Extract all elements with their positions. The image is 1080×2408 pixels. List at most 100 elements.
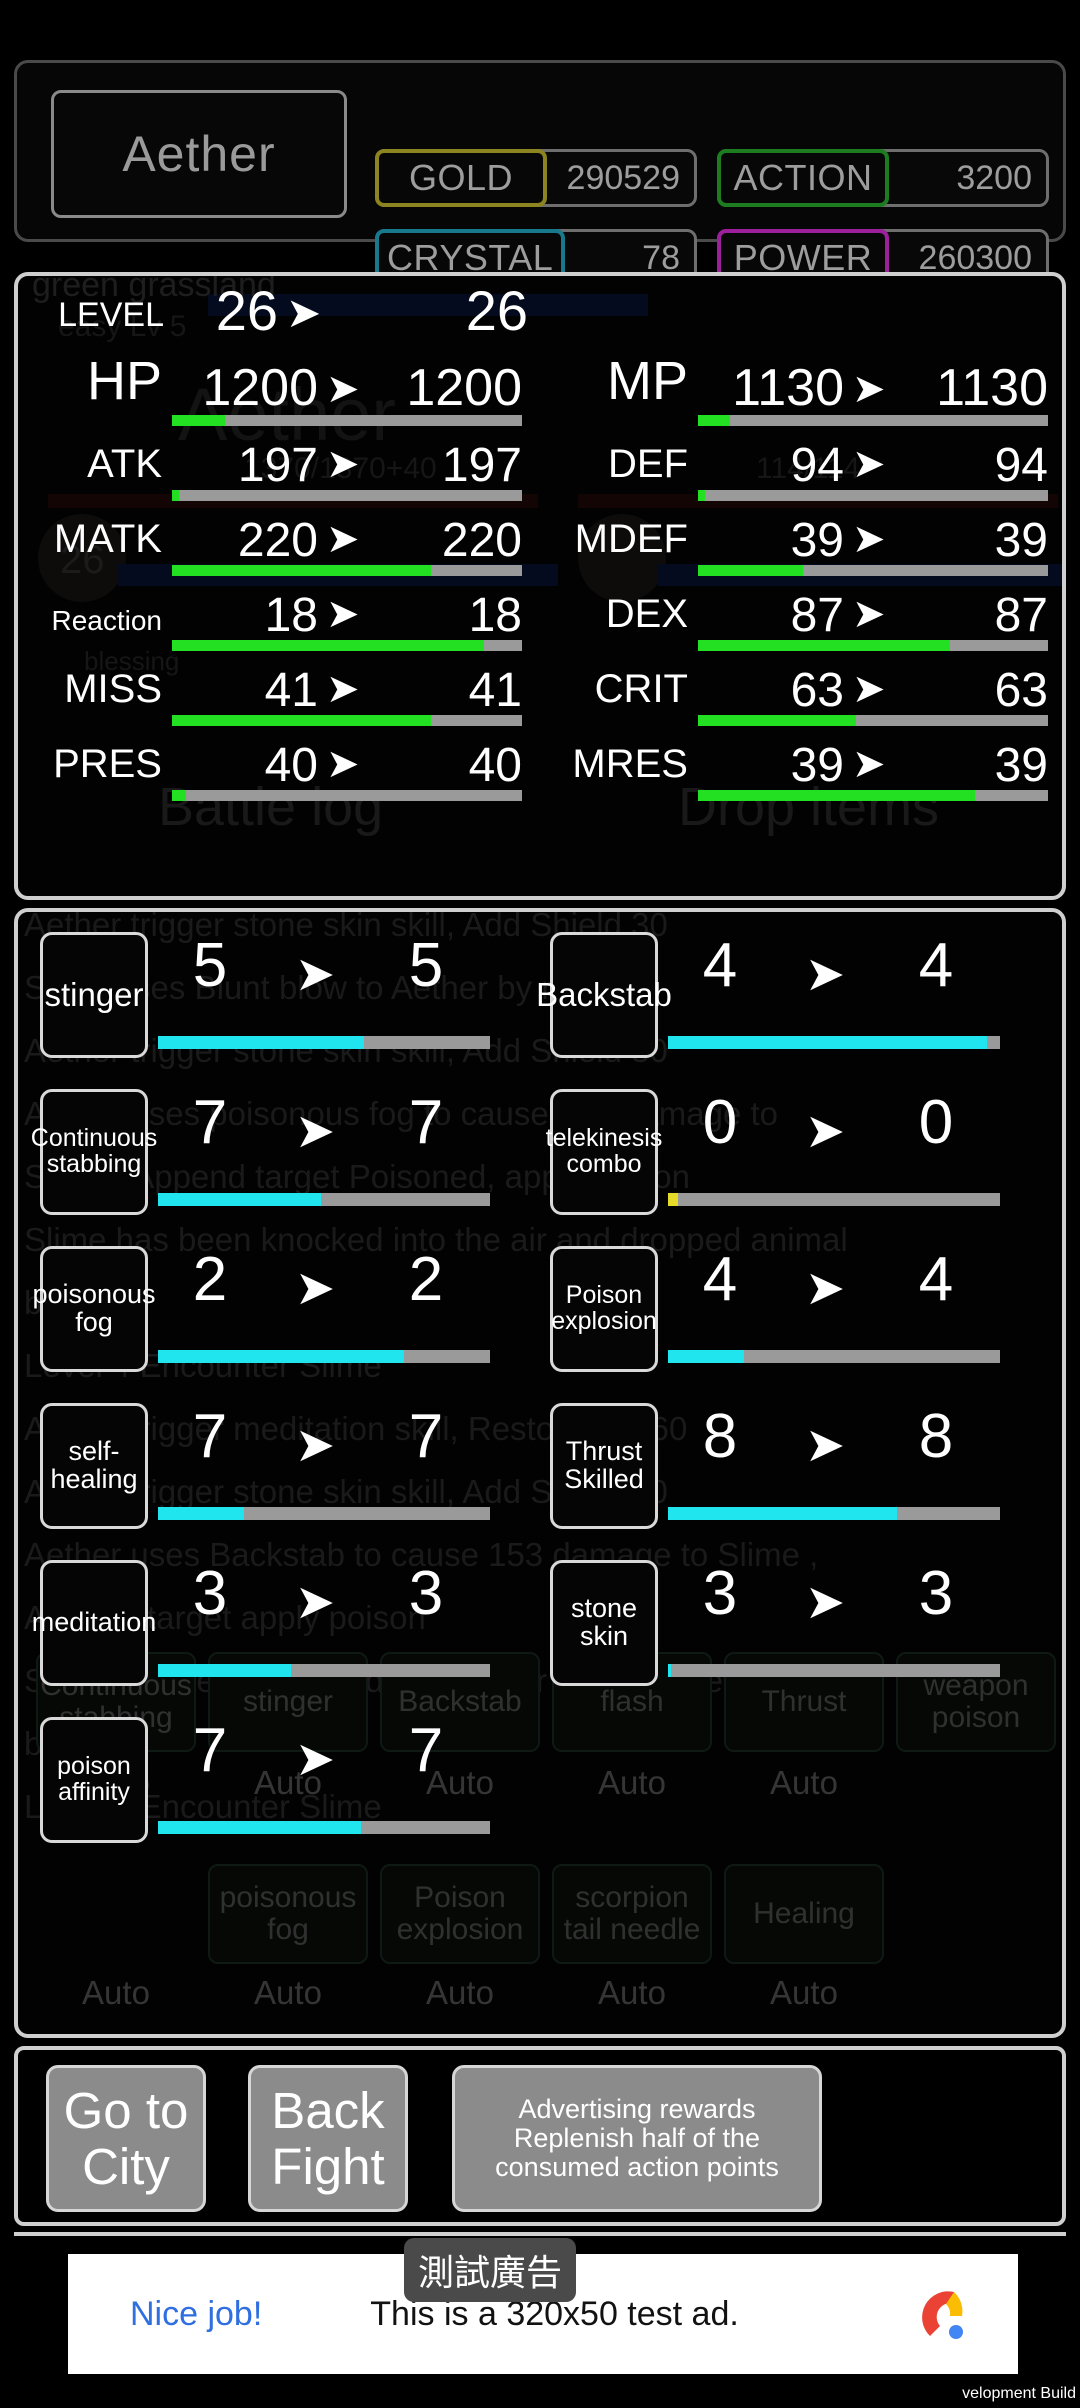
stat-row: CRIT 63 ➤ 63: [558, 651, 1062, 726]
stat-value-from: 1130: [732, 359, 844, 417]
skill-button[interactable]: poison affinity: [40, 1717, 148, 1843]
skill-row: poisonous fog 2 ➤ 2 Poison explosion 4 ➤ 4: [32, 1234, 1046, 1391]
stat-label: MDEF: [574, 517, 688, 561]
admob-logo-icon: [922, 2291, 963, 2339]
skill-cell: stinger 5 ➤ 5: [36, 920, 536, 1077]
stat-label: MATK: [53, 517, 162, 561]
stat-row: MRES 39 ➤ 39: [558, 726, 1062, 801]
stat-row: ATK 197 ➤ 197: [44, 426, 548, 501]
stat-value-to: 39: [994, 514, 1048, 567]
skill-value-from: 0: [702, 1088, 738, 1157]
stat-bar: [698, 640, 1048, 651]
development-build-watermark: velopment Build: [962, 2385, 1076, 2402]
resource-action[interactable]: ACTION 3200: [717, 149, 1049, 207]
stat-bar: [698, 790, 1048, 801]
skill-button[interactable]: poisonous fog: [32, 1246, 156, 1372]
skill-bar: [158, 1193, 490, 1206]
skill-button[interactable]: self-healing: [40, 1403, 148, 1529]
ad-banner[interactable]: Nice job! This is a 320x50 test ad. 測試廣告: [0, 2230, 1080, 2408]
ad-divider: [14, 2232, 1066, 2236]
stat-bar: [698, 490, 1048, 501]
skill-value-from: 3: [702, 1559, 738, 1628]
skill-button[interactable]: stone skin: [550, 1560, 658, 1686]
stat-row: MDEF 39 ➤ 39: [558, 501, 1062, 576]
bg-ghost-auto-label: Auto: [598, 1974, 666, 2011]
skill-value-to: 4: [918, 1245, 954, 1314]
stat-bar: [172, 790, 522, 801]
skill-value-from: 7: [192, 1088, 228, 1157]
stat-bar: [172, 565, 522, 576]
skill-value-to: 7: [408, 1088, 444, 1157]
skill-cell: Continuous stabbing 7 ➤ 7: [31, 1077, 536, 1234]
skill-button[interactable]: Thrust Skilled: [550, 1403, 658, 1529]
stat-row: DEF 94 ➤ 94: [558, 426, 1062, 501]
skill-row: poison affinity 7 ➤ 7: [36, 1705, 1046, 1862]
stat-arrow-icon: ➤: [326, 742, 360, 786]
skill-value-from: 7: [192, 1402, 228, 1471]
player-name-box[interactable]: Aether: [51, 90, 347, 218]
skill-arrow-icon: ➤: [804, 1262, 846, 1315]
skill-cell: poisonous fog 2 ➤ 2: [32, 1234, 536, 1391]
skill-arrow-icon: ➤: [294, 1733, 336, 1786]
skill-value-to: 0: [918, 1088, 954, 1157]
skill-cell: Thrust Skilled 8 ➤ 8: [546, 1391, 1046, 1548]
bg-ghost-skill-button: poisonous fog: [208, 1864, 368, 1964]
stat-row: MP 1130 ➤ 1130: [558, 351, 1062, 426]
skill-button[interactable]: stinger: [40, 932, 148, 1058]
advertising-rewards-button[interactable]: Advertising rewards Replenish half of th…: [452, 2065, 822, 2212]
stat-value-to: 39: [994, 739, 1048, 792]
stat-arrow-icon: ➤: [852, 592, 886, 636]
skill-cell: Poison explosion 4 ➤ 4: [546, 1234, 1046, 1391]
stat-row: MISS 41 ➤ 41: [44, 651, 548, 726]
skill-bar: [158, 1664, 490, 1677]
skill-value-from: 2: [192, 1245, 228, 1314]
stat-bar: [698, 565, 1048, 576]
go-to-city-button[interactable]: Go to City: [46, 2065, 206, 2212]
skill-value-to: 4: [918, 931, 954, 1000]
footer-panel: Elem ary pot Go to City Back Fight Adver…: [14, 2046, 1066, 2226]
skill-bar: [668, 1036, 1000, 1049]
skill-bar: [668, 1664, 1000, 1677]
stat-arrow-icon: ➤: [852, 742, 886, 786]
stat-row: MATK 220 ➤ 220: [44, 501, 548, 576]
skill-value-from: 4: [702, 1245, 738, 1314]
stat-value-from: 1200: [202, 359, 318, 417]
skill-bar: [668, 1193, 1000, 1206]
skill-arrow-icon: ➤: [294, 1419, 336, 1472]
skill-cell: Backstab 4 ➤ 4: [536, 920, 1046, 1077]
stat-row: PRES 40 ➤ 40: [44, 726, 548, 801]
stat-value-to: 87: [994, 589, 1048, 642]
skill-button[interactable]: Continuous stabbing: [31, 1089, 157, 1215]
stat-value-to: 1130: [936, 359, 1048, 417]
skill-row: Continuous stabbing 7 ➤ 7 telekinesis combo 0…: [31, 1077, 1046, 1234]
stat-value-from: 220: [237, 514, 318, 567]
bg-ghost-auto-label: Auto: [770, 1974, 838, 2011]
skill-value-from: 7: [192, 1716, 228, 1785]
resource-gold-value: 290529: [566, 158, 680, 197]
skill-value-from: 4: [702, 931, 738, 1000]
skill-button[interactable]: Backstab: [536, 932, 672, 1058]
skill-button[interactable]: telekinesis combo: [546, 1089, 662, 1215]
skill-arrow-icon: ➤: [294, 1105, 336, 1158]
bg-ghost-auto-label: Auto: [426, 1974, 494, 2011]
ad-test-badge: 測試廣告: [404, 2238, 577, 2302]
stat-value-to: 18: [468, 589, 522, 642]
stat-value-to: 40: [468, 739, 522, 792]
skill-value-from: 3: [192, 1559, 228, 1628]
skills-grid: stinger 5 ➤ 5 Backstab 4 ➤ 4 Continuous stabbing…: [31, 920, 1046, 1862]
skill-cell: telekinesis combo 0 ➤ 0: [546, 1077, 1046, 1234]
skill-bar: [158, 1507, 490, 1520]
skill-button[interactable]: meditation: [32, 1560, 156, 1686]
skill-cell: stone skin 3 ➤ 3: [546, 1548, 1046, 1705]
stat-arrow-icon: ➤: [326, 592, 360, 636]
back-fight-button[interactable]: Back Fight: [248, 2065, 408, 2212]
stat-label: CRIT: [594, 667, 688, 711]
resource-gold[interactable]: GOLD 290529: [375, 149, 697, 207]
stat-level-label: LEVEL: [58, 296, 164, 334]
stat-bar: [698, 715, 1048, 726]
resource-action-tag: ACTION: [717, 149, 889, 207]
stat-level-to: 26: [465, 279, 528, 342]
stat-label: DEF: [608, 442, 688, 486]
skill-value-to: 3: [408, 1559, 444, 1628]
skill-button[interactable]: Poison explosion: [550, 1246, 658, 1372]
